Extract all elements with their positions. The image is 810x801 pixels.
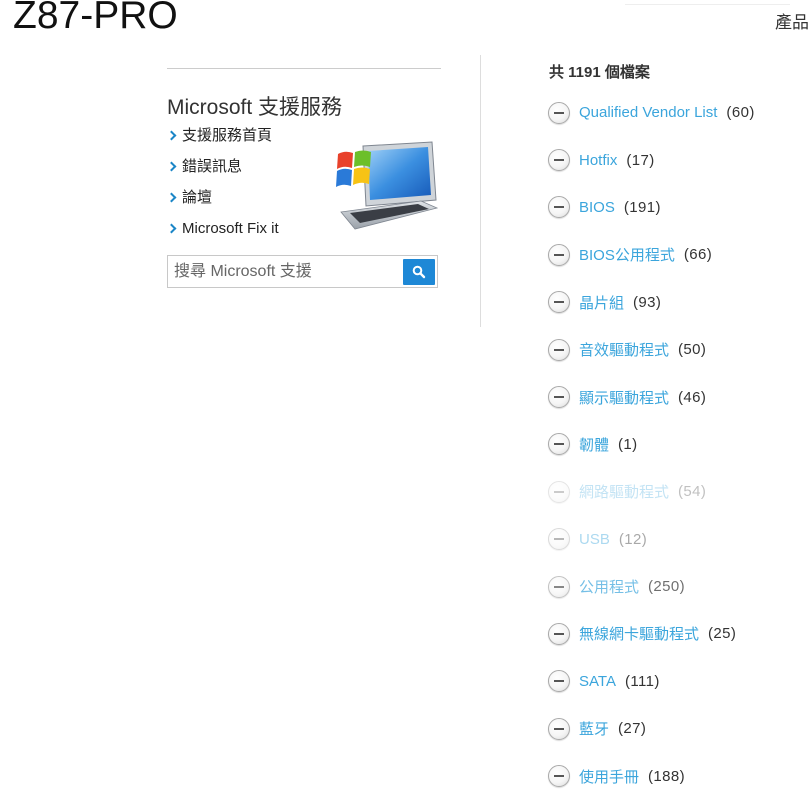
download-category-link[interactable]: 音效驅動程式 [579,339,669,360]
chevron-right-icon [166,192,177,203]
support-divider [167,68,441,69]
support-link-item-fixit[interactable]: Microsoft Fix it [166,219,279,250]
download-category-count: 60 [726,104,754,121]
circle-minus-icon[interactable] [548,291,570,314]
download-category-link[interactable]: 顯示驅動程式 [579,387,669,408]
circle-minus-icon[interactable] [548,338,570,361]
download-category-count: 66 [684,246,712,263]
circle-minus-icon[interactable] [548,575,570,598]
nav-products-link[interactable]: 產品 [775,8,809,33]
chevron-right-icon [166,130,177,141]
download-category-count: 191 [624,199,661,216]
download-category-count: 25 [708,625,736,642]
support-home-link[interactable]: 支援服務首頁 [182,126,272,146]
download-category-link[interactable]: Hotfix [579,152,617,169]
download-category-item[interactable]: SATA 111 [548,658,755,705]
circle-minus-icon[interactable] [548,622,570,645]
circle-minus-icon[interactable] [548,765,570,788]
download-category-count: 12 [619,531,647,548]
circle-minus-icon[interactable] [548,101,570,124]
windows-laptop-illustration [336,141,438,230]
download-category-count: 1 [618,436,638,453]
circle-minus-icon[interactable] [548,480,570,503]
download-category-item[interactable]: 音效驅動程式 50 [548,326,755,373]
circle-minus-icon[interactable] [548,433,570,456]
download-category-count: 93 [633,294,661,311]
download-category-count: 54 [678,483,706,500]
download-category-link[interactable]: USB [579,531,610,548]
download-category-item[interactable]: 晶片組 93 [548,279,755,326]
download-category-count: 46 [678,389,706,406]
circle-minus-icon[interactable] [548,243,570,266]
download-category-link[interactable]: 無線網卡驅動程式 [579,623,699,644]
support-link-item-forums[interactable]: 論壇 [166,188,279,219]
download-category-item[interactable]: 網路驅動程式 54 [548,468,755,515]
circle-minus-icon[interactable] [548,196,570,219]
support-search-input[interactable] [174,260,399,284]
download-category-list: Qualified Vendor List60Hotfix17BIOS191BI… [548,89,755,800]
chevron-right-icon [166,161,177,172]
total-files-label: 共 1191 個檔案 [549,64,650,81]
circle-minus-icon[interactable] [548,149,570,172]
support-search-box [167,255,438,288]
support-search-button[interactable] [403,259,435,285]
download-category-count: 27 [618,720,646,737]
download-category-item[interactable]: Qualified Vendor List 60 [548,89,755,136]
download-category-link[interactable]: 韌體 [579,434,609,455]
search-icon [412,265,426,279]
download-category-link[interactable]: 使用手冊 [579,766,639,787]
download-category-count: 188 [648,768,685,785]
download-category-item[interactable]: 韌體 1 [548,421,755,468]
download-category-link[interactable]: BIOS [579,199,615,216]
download-category-item[interactable]: BIOS公用程式 66 [548,231,755,278]
support-link-item-errors[interactable]: 錯誤訊息 [166,157,279,188]
circle-minus-icon[interactable] [548,670,570,693]
chevron-right-icon [166,223,177,234]
download-category-item[interactable]: 使用手冊 188 [548,752,755,799]
download-category-item[interactable]: USB 12 [548,516,755,563]
download-category-link[interactable]: SATA [579,673,616,690]
support-heading: Microsoft 支援服務 [167,96,343,119]
download-category-link[interactable]: 藍牙 [579,718,609,739]
download-category-count: 250 [648,578,685,595]
download-category-count: 111 [625,673,660,690]
support-link-item-home[interactable]: 支援服務首頁 [166,126,279,157]
fix-it-link[interactable]: Microsoft Fix it [182,219,279,239]
circle-minus-icon[interactable] [548,528,570,551]
product-title: Z87-PRO [13,0,178,37]
download-category-link[interactable]: Qualified Vendor List [579,104,717,121]
error-messages-link[interactable]: 錯誤訊息 [182,157,242,177]
column-divider [480,55,481,327]
download-category-count: 50 [678,341,706,358]
download-category-item[interactable]: 藍牙 27 [548,705,755,752]
download-category-item[interactable]: 公用程式 250 [548,563,755,610]
top-search-field-edge[interactable] [625,4,790,5]
download-category-count: 17 [626,152,654,169]
forums-link[interactable]: 論壇 [182,188,212,208]
support-links: 支援服務首頁 錯誤訊息 論壇 Microsoft Fix it [166,126,279,250]
download-category-item[interactable]: BIOS 191 [548,184,755,231]
download-category-link[interactable]: 網路驅動程式 [579,481,669,502]
download-category-item[interactable]: Hotfix 17 [548,136,755,183]
circle-minus-icon[interactable] [548,717,570,740]
circle-minus-icon[interactable] [548,386,570,409]
download-category-link[interactable]: BIOS公用程式 [579,244,675,265]
download-category-item[interactable]: 顯示驅動程式 46 [548,373,755,420]
download-category-link[interactable]: 公用程式 [579,576,639,597]
download-category-link[interactable]: 晶片組 [579,292,624,313]
download-category-item[interactable]: 無線網卡驅動程式 25 [548,610,755,657]
